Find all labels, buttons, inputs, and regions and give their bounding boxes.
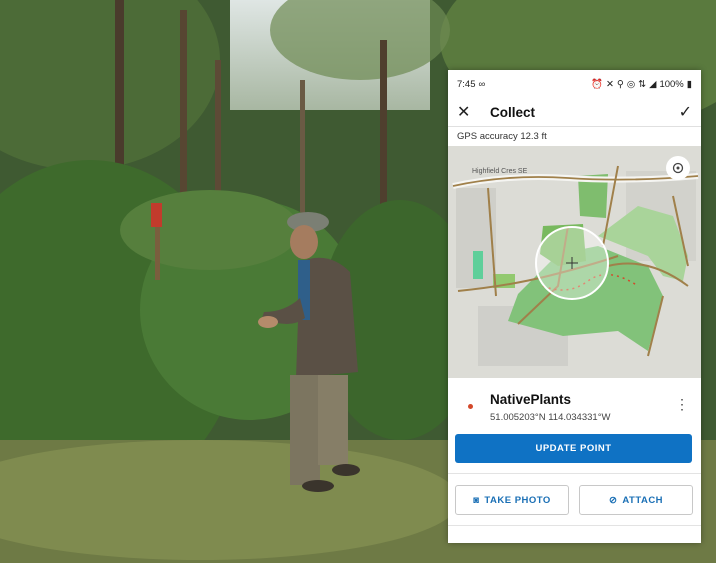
lte-icon: ⇅ <box>638 78 647 90</box>
camera-icon: ◙ <box>473 494 480 506</box>
voicemail-icon: ∞ <box>478 78 486 90</box>
battery-percent: 100% <box>659 78 684 90</box>
attach-label: ATTACH <box>622 494 664 506</box>
alarm-icon: ⏰ <box>591 78 603 90</box>
map-view[interactable]: Highfield Cres SE <box>448 146 701 378</box>
take-photo-label: TAKE PHOTO <box>484 494 551 506</box>
location-icon: ⚲ <box>616 78 624 90</box>
page-title: Collect <box>490 104 536 120</box>
battery-icon: ▮ <box>686 78 692 90</box>
feature-name: NativePlants <box>490 392 572 407</box>
mute-icon: ✕ <box>605 78 614 90</box>
paperclip-icon: ⊘ <box>608 494 618 506</box>
close-icon[interactable]: ✕ <box>457 102 481 122</box>
app-bar: ✕ Collect ✓ <box>448 98 701 127</box>
confirm-check-icon[interactable]: ✓ <box>679 102 692 122</box>
hotspot-icon: ◎ <box>626 78 636 90</box>
feature-info[interactable]: NativePlants 51.005203°N 114.034331°W ⋮ <box>448 390 701 434</box>
collect-app-screen: 7:45 ∞ ⏰ ✕ ⚲ ◎ ⇅ ◢ 100% ▮ ✕ Collect ✓ GP… <box>448 70 701 543</box>
more-options-icon[interactable]: ⋮ <box>675 396 689 413</box>
feature-dot-icon <box>468 404 473 409</box>
signal-icon: ◢ <box>649 78 657 90</box>
gps-accuracy: GPS accuracy 12.3 ft <box>457 131 547 142</box>
take-photo-button[interactable]: ◙ TAKE PHOTO <box>455 485 569 515</box>
status-bar: 7:45 ∞ ⏰ ✕ ⚲ ◎ ⇅ ◢ 100% ▮ <box>448 70 701 98</box>
divider <box>448 525 701 526</box>
divider <box>448 473 701 474</box>
street-label: Highfield Cres SE <box>472 168 528 175</box>
status-time: 7:45 <box>457 78 476 90</box>
feature-coordinates: 51.005203°N 114.034331°W <box>490 412 611 423</box>
attach-button[interactable]: ⊘ ATTACH <box>579 485 693 515</box>
update-point-button[interactable]: UPDATE POINT <box>455 434 692 463</box>
